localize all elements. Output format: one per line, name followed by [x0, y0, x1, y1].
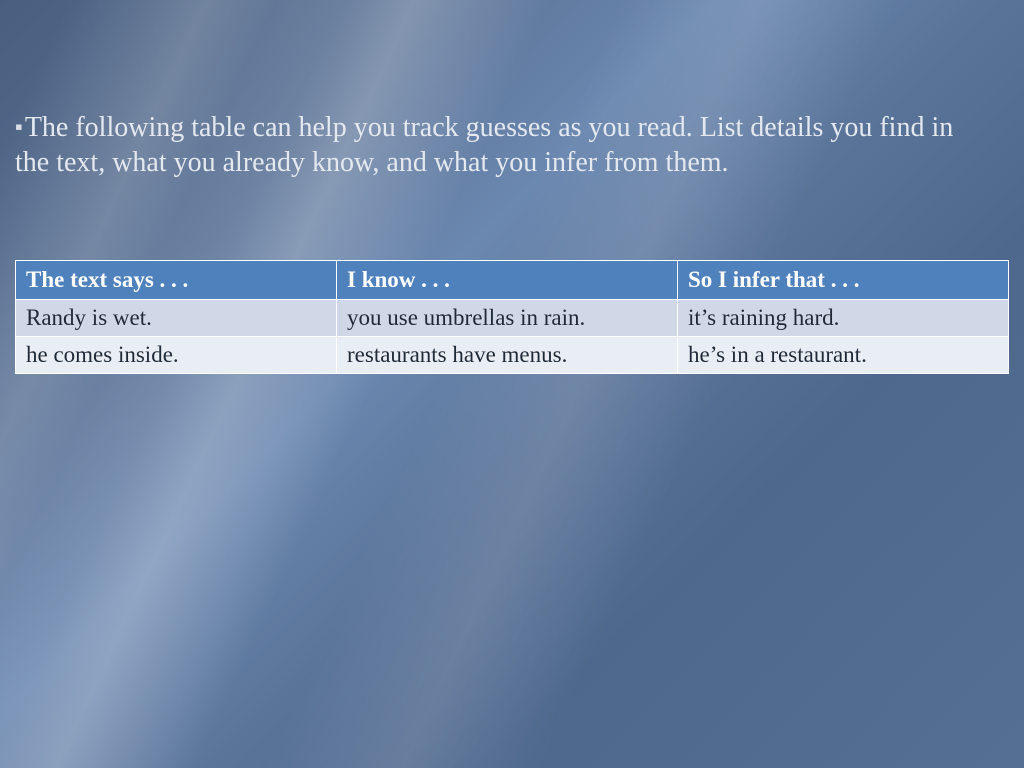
cell-i-know: you use umbrellas in rain. [337, 300, 678, 337]
bullet-icon: ▪ [15, 114, 23, 139]
intro-paragraph: ▪The following table can help you track … [15, 110, 994, 180]
cell-infer: it’s raining hard. [678, 300, 1009, 337]
slide: ▪The following table can help you track … [0, 0, 1024, 768]
header-text-says: The text says . . . [16, 261, 337, 300]
cell-text-says: he comes inside. [16, 337, 337, 374]
header-i-know: I know . . . [337, 261, 678, 300]
table-row: he comes inside. restaurants have menus.… [16, 337, 1009, 374]
intro-text: The following table can help you track g… [15, 112, 953, 178]
cell-text-says: Randy is wet. [16, 300, 337, 337]
cell-infer: he’s in a restaurant. [678, 337, 1009, 374]
table-row: Randy is wet. you use umbrellas in rain.… [16, 300, 1009, 337]
cell-i-know: restaurants have menus. [337, 337, 678, 374]
header-infer: So I infer that . . . [678, 261, 1009, 300]
inference-table: The text says . . . I know . . . So I in… [15, 260, 1009, 374]
table-header-row: The text says . . . I know . . . So I in… [16, 261, 1009, 300]
